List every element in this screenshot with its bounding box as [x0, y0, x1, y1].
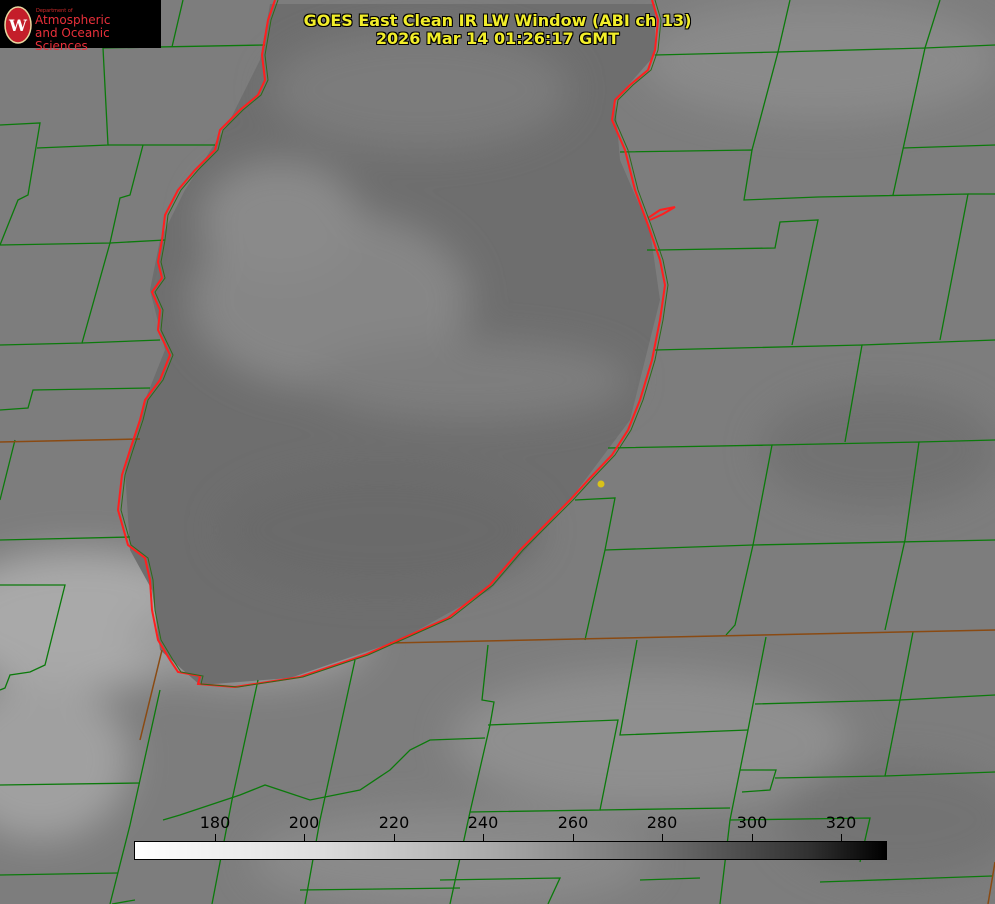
colorbar-tick-label: 180	[199, 813, 231, 832]
colorbar-tick-mark	[304, 834, 305, 841]
colorbar-tick-mark	[483, 834, 484, 841]
station-marker	[597, 480, 605, 488]
ir-satellite-map	[0, 0, 995, 904]
colorbar-tick-label: 200	[288, 813, 320, 832]
brightness-temperature-colorbar: 180 200 220 240 260 280 300 320	[134, 814, 887, 860]
colorbar-tick-label: 220	[378, 813, 410, 832]
colorbar-tick-label: 240	[467, 813, 499, 832]
satellite-image-view: GOES East Clean IR LW Window (ABI ch 13)…	[0, 0, 995, 904]
colorbar-tick-mark	[841, 834, 842, 841]
colorbar-tick-label: 260	[557, 813, 589, 832]
colorbar-tick-label: 320	[825, 813, 857, 832]
colorbar-tick-mark	[573, 834, 574, 841]
colorbar-tick-mark	[662, 834, 663, 841]
colorbar-tick-label: 280	[646, 813, 678, 832]
colorbar-tick-label: 300	[736, 813, 768, 832]
colorbar-tick-mark	[215, 834, 216, 841]
colorbar-tick-mark	[752, 834, 753, 841]
svg-text:W: W	[8, 16, 28, 35]
colorbar-gradient	[134, 841, 887, 860]
logo-line-2: and Oceanic Sciences	[35, 26, 110, 53]
department-logo: W Department of Atmospheric and Oceanic …	[0, 0, 161, 53]
colorbar-tick-mark	[394, 834, 395, 841]
crest-icon: W	[4, 6, 32, 44]
